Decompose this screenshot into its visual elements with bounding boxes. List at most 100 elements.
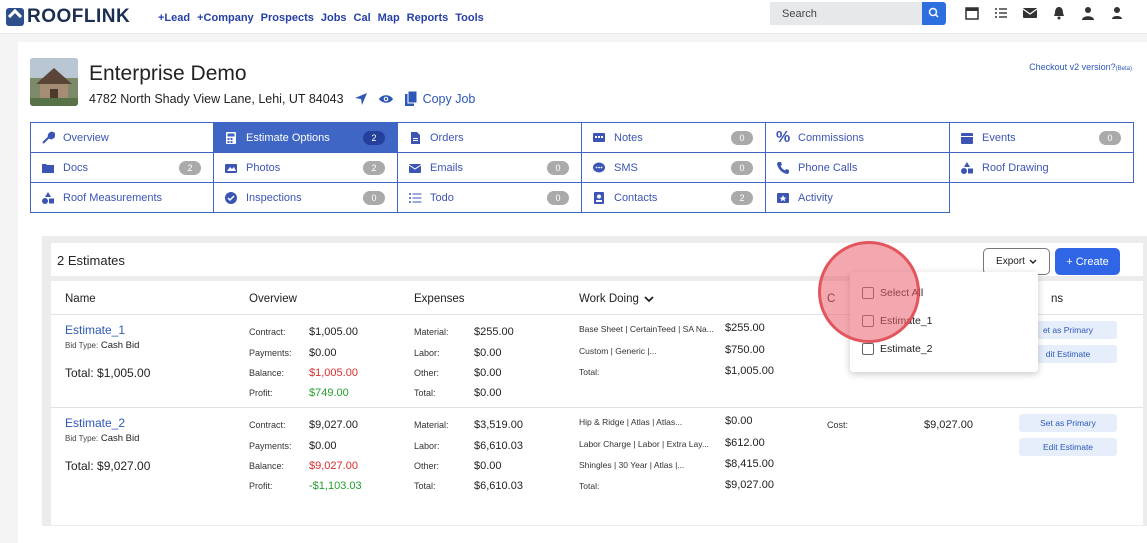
create-estimate-button[interactable]: + Create [1055, 248, 1120, 275]
tab-sms[interactable]: SMS 0 [581, 152, 766, 183]
rooflink-logo[interactable]: ROOFLINK [6, 6, 130, 28]
nav-link-new-lead[interactable]: +Lead [158, 12, 190, 24]
copy-icon [404, 90, 418, 106]
estimates-count: 2 Estimates [57, 253, 125, 268]
folder-icon [42, 163, 54, 173]
work-item-label: Labor Charge | Labor | Extra Lay... [579, 439, 709, 449]
tab-phone-calls[interactable]: Phone Calls [765, 152, 950, 183]
export-button[interactable]: Export [983, 248, 1050, 275]
estimate-name-link[interactable]: Estimate_1 [65, 323, 125, 337]
column-header-expenses: Expenses [414, 293, 465, 305]
mail-icon[interactable] [1022, 5, 1038, 21]
navigate-arrow-icon[interactable] [354, 92, 368, 106]
set-primary-button[interactable]: Set as Primary [1019, 414, 1117, 432]
cost-label: Cost: [827, 420, 849, 430]
expense-label: Material: [414, 420, 449, 430]
search-button[interactable] [922, 2, 946, 25]
work-total-label: Total: [579, 367, 600, 377]
checkbox[interactable] [862, 287, 874, 299]
expense-label: Other: [414, 368, 440, 378]
dropdown-item-estimate-1[interactable]: Estimate_1 [862, 315, 933, 327]
document-icon [411, 131, 420, 144]
balance-value: $9,027.00 [309, 460, 358, 472]
checkout-v2-link[interactable]: Checkout v2 version?(Beta) [1029, 62, 1132, 72]
tab-events[interactable]: Events 0 [949, 122, 1134, 153]
estimate-total: Total: $1,005.00 [65, 366, 151, 380]
nav-link-new-company[interactable]: +Company [197, 12, 254, 24]
bid-type: Bid Type: Cash Bid [65, 340, 139, 351]
tab-label: Notes [614, 131, 643, 144]
overview-label: Contract: [249, 327, 286, 337]
overview-label: Payments: [249, 348, 292, 358]
chevron-down-icon [1029, 259, 1037, 264]
wrench-icon [42, 131, 55, 144]
nav-link-cal[interactable]: Cal [354, 12, 371, 24]
tab-roof-drawing[interactable]: Roof Drawing [949, 152, 1134, 183]
tab-contacts[interactable]: Contacts 2 [581, 182, 766, 213]
dropdown-item-select-all[interactable]: Select All [862, 287, 923, 299]
expense-value: $6,610.03 [474, 440, 523, 452]
list-icon[interactable] [993, 5, 1009, 21]
tab-inspections[interactable]: Inspections 0 [213, 182, 398, 213]
eye-icon[interactable] [378, 93, 394, 105]
work-item-label: Base Sheet | CertainTeed | SA Na... [579, 324, 714, 334]
beta-label: (Beta) [1115, 66, 1132, 72]
dropdown-item-label: Estimate_1 [880, 315, 933, 327]
phone-icon [777, 161, 789, 174]
bid-type-value: Cash Bid [100, 433, 140, 444]
table-row: Estimate_2 Bid Type: Cash Bid Total: $9,… [51, 408, 1143, 504]
column-header-work-doing[interactable]: Work Doing [579, 293, 654, 305]
job-photo-thumbnail[interactable] [30, 58, 78, 106]
count-badge: 2 [363, 161, 385, 175]
photos-icon [225, 163, 237, 173]
bid-type-label: Bid Type: [65, 434, 99, 443]
users-icon[interactable] [1080, 5, 1096, 21]
copy-job-link[interactable]: Copy Job [404, 90, 475, 107]
tab-docs[interactable]: Docs 2 [30, 152, 214, 183]
tab-todo[interactable]: Todo 0 [397, 182, 582, 213]
overview-label: Profit: [249, 388, 273, 398]
calendar-icon [961, 132, 973, 144]
tab-label: Photos [246, 161, 281, 174]
calendar-icon[interactable] [964, 5, 980, 21]
nav-link-map[interactable]: Map [378, 12, 400, 24]
tab-emails[interactable]: Emails 0 [397, 152, 582, 183]
tab-activity[interactable]: Activity [765, 182, 950, 213]
tab-overview[interactable]: Overview [30, 122, 214, 153]
job-title: Enterprise Demo [89, 62, 247, 85]
tab-label: Roof Drawing [982, 161, 1049, 174]
overview-label: Payments: [249, 441, 292, 451]
user-icon[interactable] [1109, 5, 1125, 21]
work-item-label: Hip & Ridge | Atlas | Atlas... [579, 417, 683, 427]
count-badge: 0 [547, 161, 569, 175]
estimate-name-link[interactable]: Estimate_2 [65, 416, 125, 430]
tab-orders[interactable]: Orders [397, 122, 582, 153]
work-item-value: $612.00 [725, 437, 765, 449]
search-input[interactable] [770, 2, 922, 25]
chevron-down-icon [644, 295, 654, 302]
tab-label: Events [982, 131, 1016, 144]
nav-links: +Lead +Company Prospects Jobs Cal Map Re… [158, 12, 484, 24]
nav-link-prospects[interactable]: Prospects [261, 12, 314, 24]
expense-label: Other: [414, 461, 440, 471]
nav-link-tools[interactable]: Tools [455, 12, 484, 24]
tab-photos[interactable]: Photos 2 [213, 152, 398, 183]
expense-label: Total: [414, 388, 436, 398]
checkbox[interactable] [862, 343, 874, 355]
column-header-name: Name [65, 293, 96, 305]
tab-notes[interactable]: Notes 0 [581, 122, 766, 153]
tab-commissions[interactable]: % Commissions [765, 122, 950, 153]
overview-label: Balance: [249, 461, 285, 471]
work-item-value: $255.00 [725, 322, 765, 334]
nav-link-jobs[interactable]: Jobs [321, 12, 347, 24]
edit-estimate-button[interactable]: Edit Estimate [1019, 438, 1117, 456]
work-item-value: $0.00 [725, 415, 753, 427]
expense-value: $6,610.03 [474, 480, 523, 492]
bell-icon[interactable] [1051, 5, 1067, 21]
dropdown-item-estimate-2[interactable]: Estimate_2 [862, 343, 933, 355]
work-doing-label: Work Doing [579, 293, 639, 305]
tab-estimate-options[interactable]: Estimate Options 2 [213, 122, 398, 153]
checkbox[interactable] [862, 315, 874, 327]
nav-link-reports[interactable]: Reports [407, 12, 449, 24]
tab-roof-measurements[interactable]: Roof Measurements [30, 182, 214, 213]
